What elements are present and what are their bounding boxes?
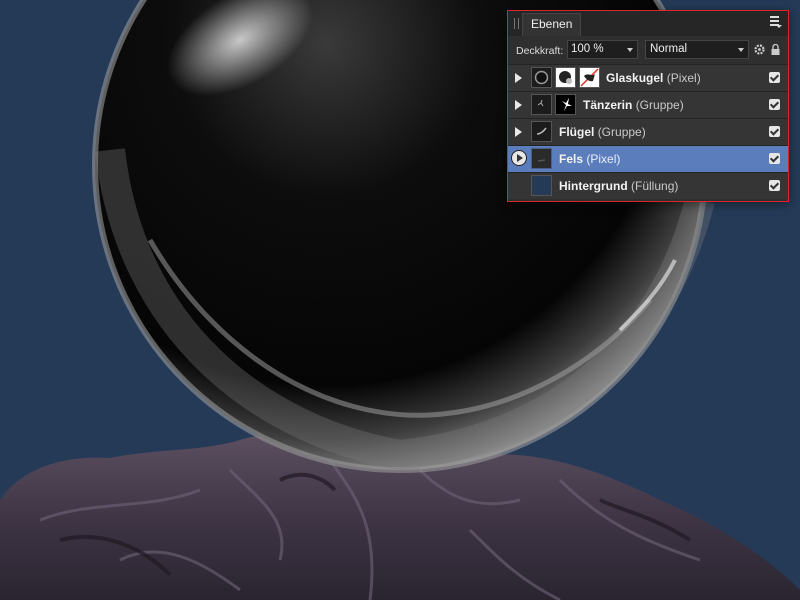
layer-row-fels[interactable]: Fels (Pixel) [508,145,788,172]
visibility-checkbox[interactable] [769,126,780,137]
lock-icon[interactable] [771,44,780,55]
visibility-checkbox[interactable] [769,72,780,83]
mask-thumbnail [555,67,576,88]
layers-panel: Ebenen Deckkraft: 100 % Normal Glaskugel… [507,10,789,202]
opacity-value: 100 % [571,43,604,55]
layer-type: (Pixel) [666,71,701,85]
visibility-checkbox[interactable] [769,153,780,164]
layer-row-hintergrund[interactable]: Hintergrund (Füllung) [508,172,788,199]
layer-type: (Gruppe) [597,125,646,139]
layer-name: Fels (Pixel) [559,152,621,166]
visibility-checkbox[interactable] [769,180,780,191]
blend-mode-dropdown[interactable]: Normal [645,40,749,59]
tab-layers[interactable]: Ebenen [522,13,582,36]
layer-options-bar: Deckkraft: 100 % Normal [508,37,788,63]
chevron-down-icon [738,48,744,52]
opacity-dropdown[interactable]: 100 % [567,40,638,59]
mask-thumbnail [555,94,576,115]
layer-name: Glaskugel (Pixel) [606,71,701,85]
layer-name: Flügel (Gruppe) [559,125,646,139]
layer-thumbnail [531,67,552,88]
chevron-down-icon [627,48,633,52]
triangle-right-icon[interactable] [515,100,522,110]
panel-tab-bar: Ebenen [508,11,788,36]
layers-list: Glaskugel (Pixel) Tänzerin (Gruppe) Flüg… [508,64,788,199]
layer-type: (Füllung) [631,179,679,193]
gear-icon[interactable] [754,44,765,55]
layer-row-taenzerin[interactable]: Tänzerin (Gruppe) [508,91,788,118]
visibility-checkbox[interactable] [769,99,780,110]
hamburger-menu-icon[interactable] [770,16,782,30]
layer-thumbnail [531,148,552,169]
panel-grip-handle[interactable] [514,18,519,29]
triangle-right-icon[interactable] [515,73,522,83]
layer-name: Tänzerin (Gruppe) [583,98,684,112]
layer-type: (Gruppe) [635,98,684,112]
opacity-label: Deckkraft: [516,45,564,57]
triangle-right-icon[interactable] [511,150,527,166]
layer-thumbnail [531,94,552,115]
layer-row-fluegel[interactable]: Flügel (Gruppe) [508,118,788,145]
layer-name: Hintergrund (Füllung) [559,179,679,193]
blend-mode-value: Normal [650,43,688,55]
layer-type: (Pixel) [586,152,621,166]
adjustment-thumbnail [579,67,600,88]
layer-thumbnail [531,175,552,196]
triangle-right-icon[interactable] [515,127,522,137]
layer-row-glaskugel[interactable]: Glaskugel (Pixel) [508,64,788,91]
layer-thumbnail [531,121,552,142]
